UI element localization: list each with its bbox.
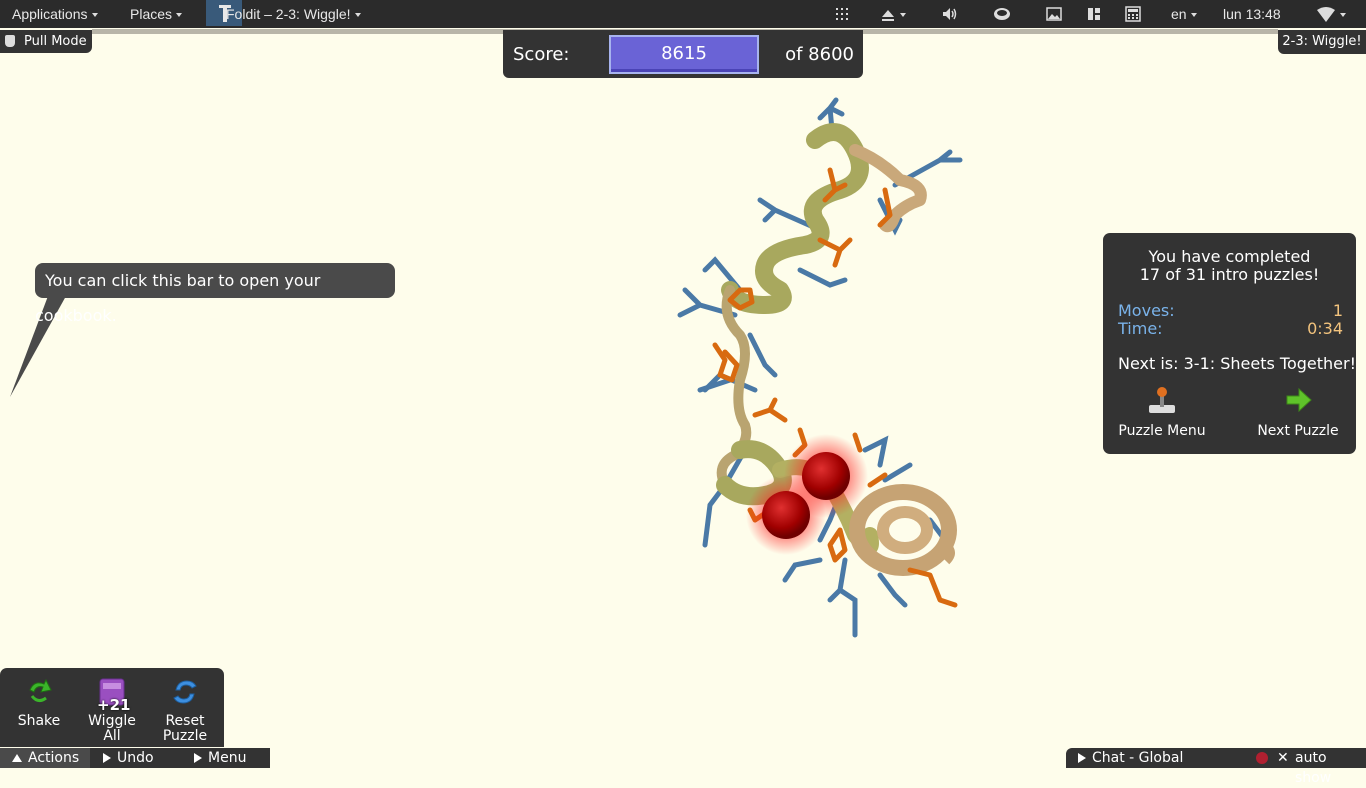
time-row: Time: 0:34 (1118, 320, 1343, 338)
time-value: 0:34 (1307, 319, 1343, 338)
actions-panel: Shake +21 Wiggle All Reset Puzzle (0, 668, 224, 747)
chat-tab-label: Chat - Global (1092, 750, 1184, 766)
applications-label: Applications (12, 6, 88, 22)
chevron-down-icon (91, 13, 98, 18)
wifi-icon (1317, 7, 1335, 23)
chevron-down-icon (1340, 13, 1346, 18)
language-label: en (1171, 6, 1187, 22)
menu-tab-label: Menu (208, 750, 247, 766)
calculator-icon[interactable] (1125, 6, 1141, 22)
grid-icon[interactable] (834, 6, 850, 22)
clock-label: lun 13:48 (1223, 6, 1281, 22)
tab-actions[interactable]: Actions (0, 748, 90, 768)
places-label: Places (130, 6, 173, 22)
chevron-down-icon (1190, 13, 1197, 18)
joystick-icon (1149, 387, 1175, 413)
reset-label2: Puzzle (162, 728, 208, 744)
close-icon[interactable]: ✕ (1277, 748, 1289, 768)
window-title-menu[interactable]: Foldit – 2-3: Wiggle! (226, 0, 361, 28)
time-label: Time: (1118, 319, 1163, 338)
puzzle-name-label: 2-3: Wiggle! (1282, 34, 1362, 49)
shake-button[interactable]: Shake (4, 676, 74, 729)
chevron-down-icon (354, 13, 361, 18)
score-target: of 8600 (785, 44, 854, 65)
puzzle-name-tag: 2-3: Wiggle! (1278, 30, 1366, 54)
eject-menu[interactable] (880, 0, 906, 28)
next-puzzle-text: Next is: 3-1: Sheets Together! (1118, 354, 1356, 373)
undo-tab-label: Undo (117, 750, 154, 766)
chevron-down-icon (900, 13, 906, 18)
wiggle-label2: All (103, 728, 121, 744)
clock[interactable]: lun 13:48 (1223, 0, 1281, 28)
hand-icon (5, 35, 15, 47)
triangle-up-icon (12, 754, 22, 762)
workspace-icon[interactable] (1086, 6, 1102, 22)
next-puzzle-button[interactable]: Next Puzzle (1243, 383, 1353, 439)
pull-mode-label: Pull Mode (24, 34, 87, 49)
top-panel: Applications Places Foldit – 2-3: Wiggle… (0, 0, 1366, 28)
reset-icon (173, 680, 197, 704)
image-icon[interactable] (1046, 6, 1062, 22)
moves-row: Moves: 1 (1118, 302, 1343, 320)
auto-show-label[interactable]: auto show (1295, 748, 1366, 788)
triangle-right-icon (103, 753, 111, 763)
puzzle-menu-button[interactable]: Puzzle Menu (1107, 383, 1217, 439)
pull-mode-button[interactable]: Pull Mode (0, 30, 92, 53)
protein-view[interactable] (640, 90, 980, 650)
shake-icon (29, 678, 52, 703)
eject-icon (882, 10, 894, 22)
applications-menu[interactable]: Applications (12, 0, 98, 28)
wiggle-label: Wiggle (88, 713, 136, 729)
places-menu[interactable]: Places (130, 0, 183, 28)
cup-icon[interactable] (992, 6, 1012, 22)
reset-label: Reset (165, 713, 205, 729)
completed-line1: You have completed (1148, 247, 1311, 266)
next-puzzle-label: Next Puzzle (1257, 423, 1339, 439)
score-value: 8615 (609, 35, 759, 74)
score-panel: Score: 8615 of 8600 (503, 30, 863, 78)
wiggle-all-button[interactable]: +21 Wiggle All (77, 676, 147, 744)
tab-undo[interactable]: Undo (90, 748, 180, 768)
tooltip-text: You can click this bar to open your cook… (35, 271, 321, 325)
puzzle-menu-label: Puzzle Menu (1118, 423, 1206, 439)
chat-bar[interactable]: Chat - Global ✕ auto show (1066, 748, 1366, 786)
window-title: Foldit – 2-3: Wiggle! (226, 6, 351, 22)
shake-label: Shake (17, 713, 61, 729)
volume-icon[interactable] (942, 6, 958, 22)
score-label: Score: (513, 44, 570, 65)
completed-line2: 17 of 31 intro puzzles! (1139, 265, 1320, 284)
completed-message: You have completed 17 of 31 intro puzzle… (1103, 248, 1356, 284)
arrow-right-icon (1286, 387, 1312, 413)
triangle-right-icon (1078, 753, 1086, 763)
moves-value: 1 (1332, 301, 1343, 320)
wiggle-badge: +21 (97, 696, 131, 714)
reset-puzzle-button[interactable]: Reset Puzzle (150, 676, 220, 744)
tooltip-pointer (10, 296, 66, 397)
actions-tab-label: Actions (28, 750, 80, 766)
puzzle-complete-panel: You have completed 17 of 31 intro puzzle… (1103, 233, 1356, 454)
cookbook-tooltip: You can click this bar to open your cook… (35, 263, 395, 325)
moves-label: Moves: (1118, 301, 1175, 320)
tab-menu[interactable]: Menu (180, 748, 270, 768)
language-menu[interactable]: en (1171, 0, 1197, 28)
network-menu[interactable] (1316, 0, 1346, 28)
chat-status-icon (1256, 752, 1268, 764)
triangle-right-icon (194, 753, 202, 763)
chevron-down-icon (176, 13, 183, 18)
